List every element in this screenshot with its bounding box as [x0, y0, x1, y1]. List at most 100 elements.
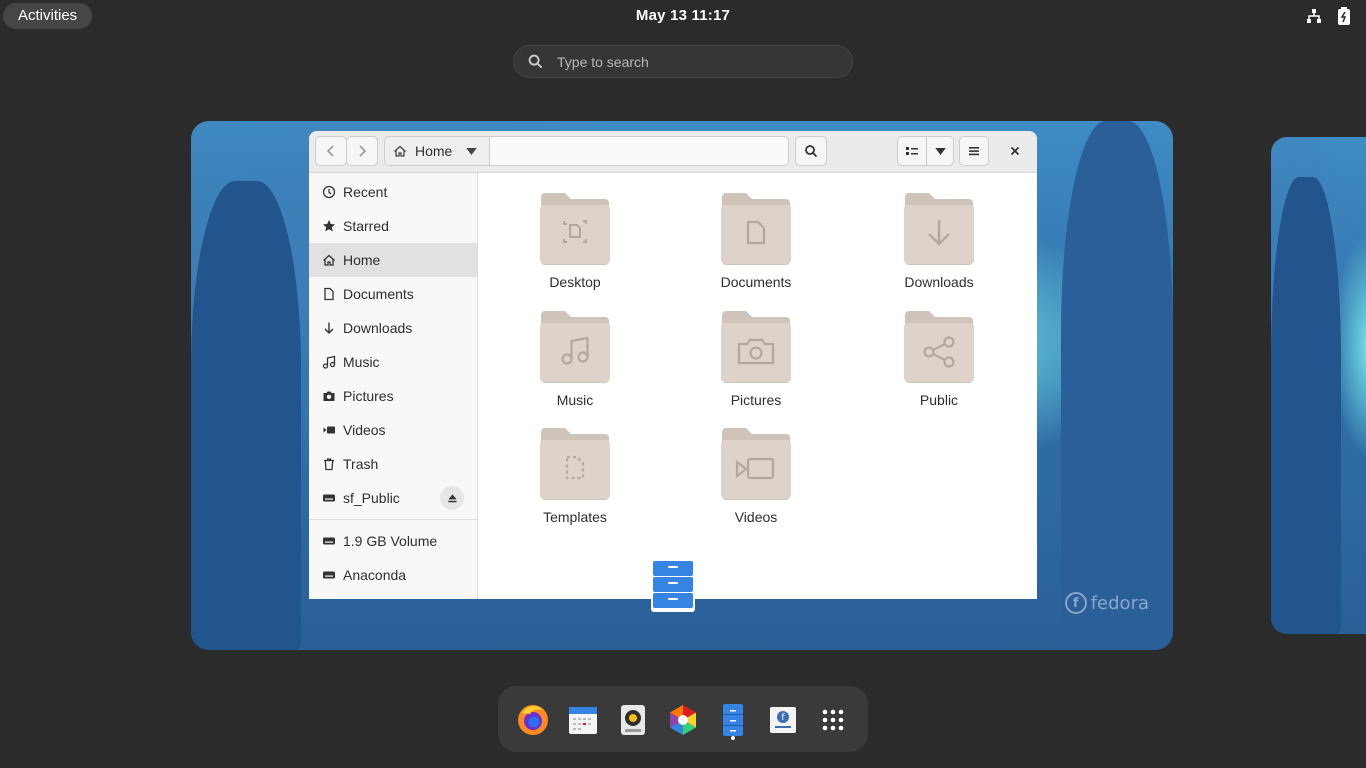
- hamburger-menu-icon: [969, 147, 979, 156]
- sidebar-item-recent[interactable]: Recent: [309, 175, 477, 209]
- clock[interactable]: May 13 11:17: [0, 7, 1366, 24]
- path-home-button[interactable]: Home: [385, 137, 490, 165]
- camera-icon: [323, 391, 335, 401]
- folder-public[interactable]: Public: [864, 309, 1014, 408]
- sidebar-item-sf-public[interactable]: sf_Public: [309, 481, 477, 515]
- sidebar-item-label: Recent: [343, 184, 388, 200]
- dash: f: [498, 686, 868, 752]
- sidebar-item-home[interactable]: Home: [309, 243, 477, 277]
- sidebar-item-label: Trash: [343, 456, 379, 472]
- drive-icon: [323, 537, 335, 545]
- folder-downloads[interactable]: Downloads: [864, 191, 1014, 290]
- home-icon: [394, 145, 406, 157]
- sidebar-item-downloads[interactable]: Downloads: [309, 311, 477, 345]
- folder-label: Pictures: [730, 392, 782, 408]
- clock-icon: [322, 185, 336, 199]
- fedora-media-writer-icon[interactable]: f: [766, 703, 800, 737]
- music-folder-icon: [540, 311, 610, 383]
- fedora-watermark: f fedora: [1064, 592, 1149, 614]
- wallpaper-tree: [1271, 177, 1341, 634]
- search-button[interactable]: [795, 136, 827, 166]
- sidebar-item-label: sf_Public: [343, 490, 400, 506]
- sidebar-item-documents[interactable]: Documents: [309, 277, 477, 311]
- home-icon: [323, 254, 335, 266]
- folder-label: Videos: [734, 509, 778, 525]
- document-icon: [324, 287, 334, 301]
- wallpaper-tree: [191, 181, 301, 650]
- folder-pictures[interactable]: Pictures: [681, 309, 831, 408]
- star-icon: [323, 220, 335, 232]
- video-icon: [323, 426, 335, 434]
- pictures-folder-icon: [721, 311, 791, 383]
- sidebar-item-anaconda[interactable]: Anaconda: [309, 558, 477, 592]
- sidebar-item-label: Pictures: [343, 388, 394, 404]
- system-tray[interactable]: [1306, 7, 1352, 25]
- files-app-drag-icon[interactable]: [651, 559, 695, 612]
- sidebar-item-label: Home: [343, 252, 381, 268]
- drawer: [653, 561, 693, 576]
- wallpaper-tree: [1061, 121, 1173, 650]
- battery-icon[interactable]: [1336, 7, 1352, 25]
- folder-desktop[interactable]: Desktop: [500, 191, 650, 290]
- sidebar: Recent Starred Home Documents Downloads …: [309, 173, 478, 599]
- folder-label: Downloads: [904, 274, 974, 290]
- search-icon: [805, 145, 818, 158]
- sidebar-item-starred[interactable]: Starred: [309, 209, 477, 243]
- back-button[interactable]: [315, 136, 347, 166]
- sidebar-item-label: Documents: [343, 286, 414, 302]
- forward-button[interactable]: [346, 136, 378, 166]
- sidebar-item-label: 1.9 GB Volume: [343, 533, 438, 549]
- show-apps-icon[interactable]: [816, 703, 850, 737]
- chevron-down-icon: [466, 147, 478, 155]
- desktop-folder-icon: [540, 193, 610, 265]
- folder-label: Public: [919, 392, 959, 408]
- templates-folder-icon: [540, 428, 610, 500]
- close-icon: [1010, 146, 1020, 156]
- folder-label: Music: [556, 392, 594, 408]
- files-icon[interactable]: [716, 703, 750, 737]
- search-icon: [528, 54, 543, 69]
- firefox-icon[interactable]: [516, 703, 550, 737]
- folder-videos[interactable]: Videos: [681, 426, 831, 525]
- sidebar-item-volume[interactable]: 1.9 GB Volume: [309, 524, 477, 558]
- sidebar-item-label: Music: [343, 354, 380, 370]
- sidebar-item-music[interactable]: Music: [309, 345, 477, 379]
- chevron-left-icon: [326, 145, 334, 157]
- view-toggle-button[interactable]: [897, 136, 927, 166]
- download-icon: [324, 322, 334, 334]
- overview-search[interactable]: [513, 45, 853, 78]
- drive-icon: [323, 571, 335, 579]
- folder-label: Desktop: [549, 274, 601, 290]
- list-view-icon: [906, 147, 918, 155]
- sidebar-separator: [309, 519, 477, 520]
- network-wired-icon[interactable]: [1306, 7, 1322, 25]
- sidebar-item-label: Downloads: [343, 320, 413, 336]
- sidebar-item-videos[interactable]: Videos: [309, 413, 477, 447]
- files-window[interactable]: Home Recent Starred Home Documents Downl…: [309, 131, 1037, 599]
- sidebar-item-label: Videos: [343, 422, 386, 438]
- software-icon[interactable]: [666, 703, 700, 737]
- fedora-logo-icon: f: [1064, 592, 1087, 614]
- search-input[interactable]: [557, 53, 817, 70]
- drive-icon: [323, 494, 335, 502]
- sidebar-item-label: Starred: [343, 218, 389, 234]
- rhythmbox-icon[interactable]: [616, 703, 650, 737]
- calendar-icon[interactable]: [566, 703, 600, 737]
- view-options-button[interactable]: [926, 136, 954, 166]
- running-indicator: [731, 736, 735, 740]
- workspace-thumbnail-next[interactable]: [1271, 137, 1366, 634]
- public-folder-icon: [904, 311, 974, 383]
- folder-templates[interactable]: Templates: [500, 426, 650, 525]
- folder-music[interactable]: Music: [500, 309, 650, 408]
- path-home-label: Home: [415, 143, 453, 159]
- chevron-down-icon: [934, 147, 946, 155]
- downloads-folder-icon: [904, 193, 974, 265]
- path-bar[interactable]: Home: [384, 136, 789, 166]
- sidebar-item-trash[interactable]: Trash: [309, 447, 477, 481]
- main-menu-button[interactable]: [959, 136, 989, 166]
- close-button[interactable]: [1001, 136, 1029, 166]
- sidebar-item-pictures[interactable]: Pictures: [309, 379, 477, 413]
- eject-button[interactable]: [440, 486, 464, 510]
- chevron-right-icon: [359, 145, 367, 157]
- folder-documents[interactable]: Documents: [681, 191, 831, 290]
